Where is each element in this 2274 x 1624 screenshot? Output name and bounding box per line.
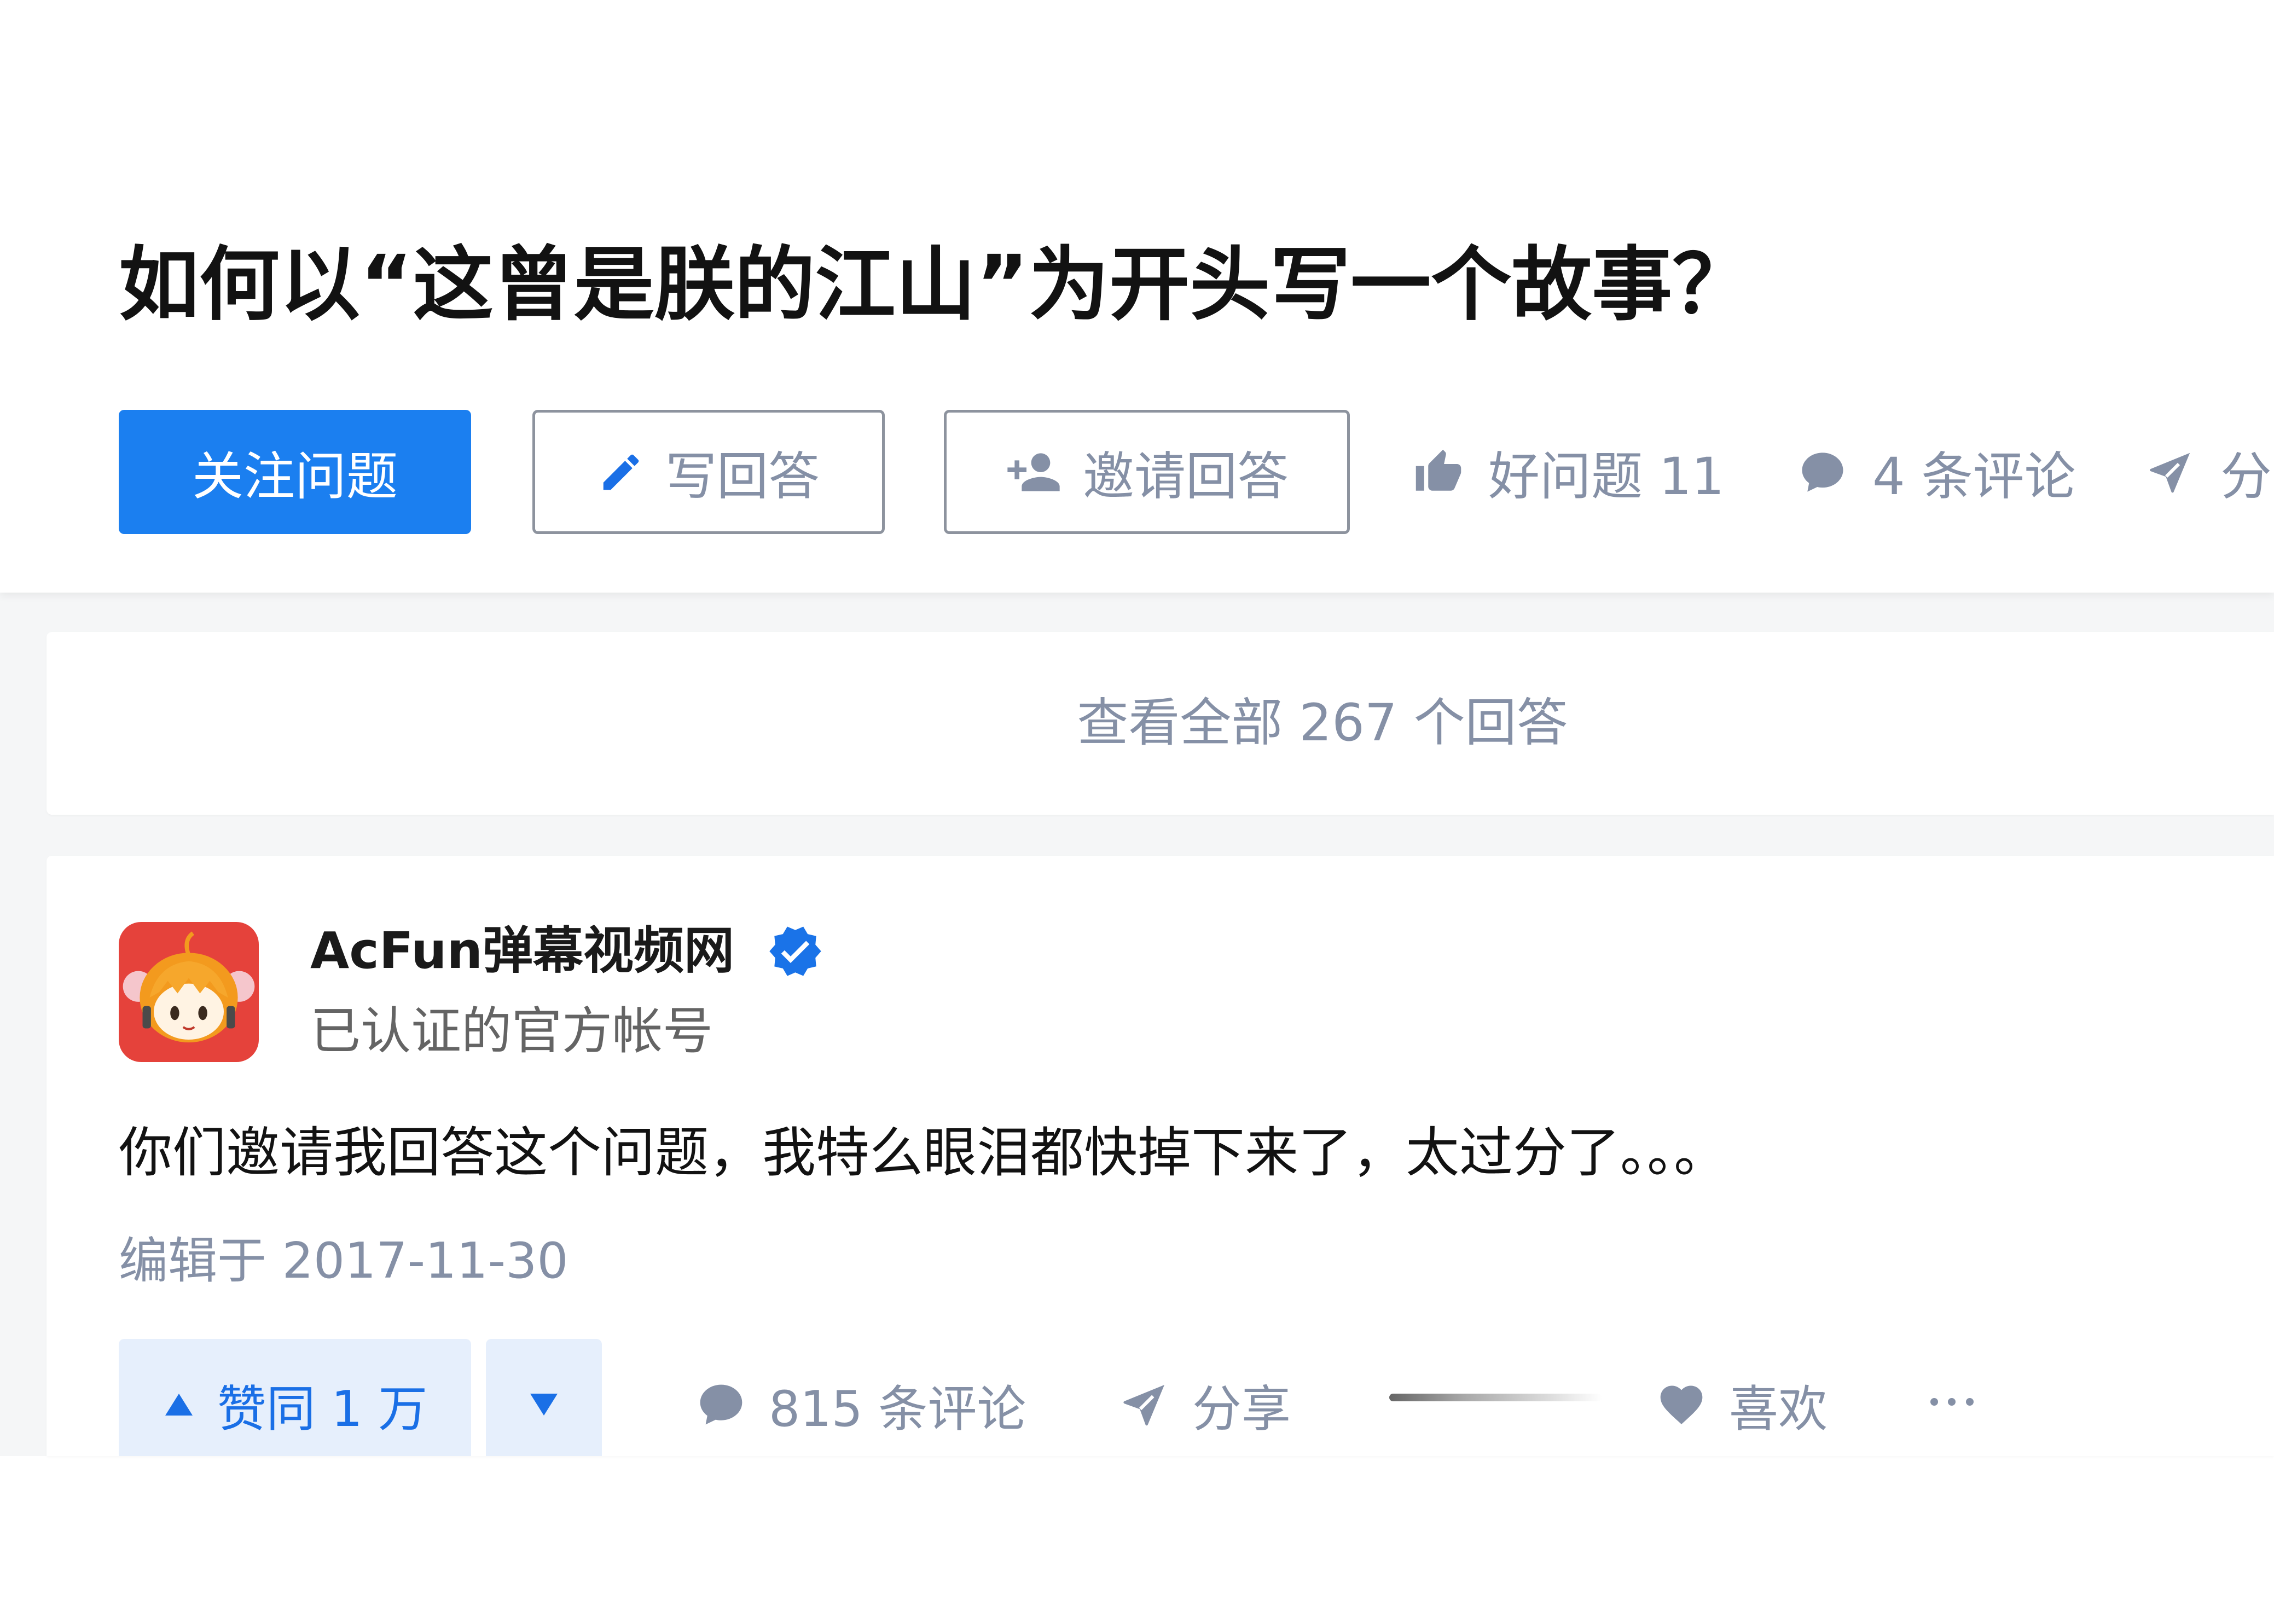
more-button[interactable] (1929, 1394, 1975, 1410)
paper-plane-icon (2150, 453, 2190, 492)
invite-answer-label: 邀请回答 (1082, 446, 1289, 507)
answer-comments-label: 815 条评论 (769, 1381, 1026, 1438)
question-comments-button[interactable]: 4 条评论 (1798, 410, 2076, 534)
invite-answer-button[interactable]: 邀请回答 (944, 410, 1350, 534)
question-title: 如何以“这曾是朕的江山”为开头写一个故事？ (119, 238, 1753, 332)
follow-question-label: 关注问题 (192, 446, 398, 507)
answer-edited-time[interactable]: 编辑于 2017-11-30 (119, 1228, 568, 1294)
answer-share-button[interactable]: 分享 (1119, 1372, 1291, 1438)
follow-question-button[interactable]: 关注问题 (119, 410, 471, 534)
view-all-answers-card[interactable]: 查看全部 267 个回答 (47, 632, 2274, 815)
good-question-label: 好问题 11 (1488, 446, 1725, 507)
comment-icon (700, 1384, 742, 1425)
like-label: 喜欢 (1729, 1381, 1828, 1438)
like-button[interactable]: 喜欢 (1656, 1372, 1828, 1438)
good-question-button[interactable]: 好问题 11 (1414, 410, 1725, 534)
answer-card: AcFun弹幕视频网 已认证的官方帐号 你们邀请我回答这个问题，我特么眼泪都快掉… (47, 856, 2274, 1456)
acfun-logo-avatar (119, 922, 259, 1062)
thumbs-up-icon (1416, 449, 1461, 491)
more-dots-icon (1930, 1398, 1974, 1406)
upvote-button[interactable]: 赞同 1 万 (119, 1339, 471, 1456)
write-answer-label: 写回答 (665, 446, 820, 507)
author-info: AcFun弹幕视频网 (310, 918, 823, 984)
author-name[interactable]: AcFun弹幕视频网 (310, 918, 734, 984)
answer-share-label: 分享 (1192, 1381, 1291, 1438)
question-comments-label: 4 条评论 (1872, 446, 2076, 507)
triangle-down-icon (530, 1394, 558, 1416)
upvote-label: 赞同 1 万 (217, 1381, 428, 1438)
answers-feed: 查看全部 267 个回答 AcFun弹幕视频网 已认证的官方帐号 你们邀请我回答… (0, 593, 2274, 1456)
question-share-button[interactable]: 分 (2146, 410, 2274, 534)
view-all-answers-link[interactable]: 查看全部 267 个回答 (1022, 632, 1623, 815)
paper-plane-icon (1123, 1384, 1165, 1426)
answer-content: 你们邀请我回答这个问题，我特么眼泪都快掉下来了，太过分了。。。 (119, 1122, 1728, 1184)
write-answer-button[interactable]: 写回答 (532, 410, 885, 534)
answer-comments-button[interactable]: 815 条评论 (696, 1372, 1026, 1438)
verified-badge-icon (769, 926, 821, 976)
answer-action-bar: 赞同 1 万 815 条评论 分享 喜欢 (47, 1339, 2274, 1456)
heart-icon (1660, 1385, 1703, 1424)
question-share-label: 分 (2220, 446, 2272, 507)
question-header: 如何以“这曾是朕的江山”为开头写一个故事？ 关注问题 写回答 邀请回答 好问题 … (0, 0, 2274, 593)
blurred-bar (1389, 1394, 1602, 1401)
pencil-icon (603, 454, 639, 490)
author-avatar[interactable] (119, 922, 259, 1062)
comment-icon (1802, 452, 1843, 492)
triangle-up-icon (165, 1394, 193, 1416)
author-headline: 已认证的官方帐号 (310, 1002, 713, 1060)
person-add-icon (1007, 453, 1060, 491)
downvote-button[interactable] (486, 1339, 602, 1456)
